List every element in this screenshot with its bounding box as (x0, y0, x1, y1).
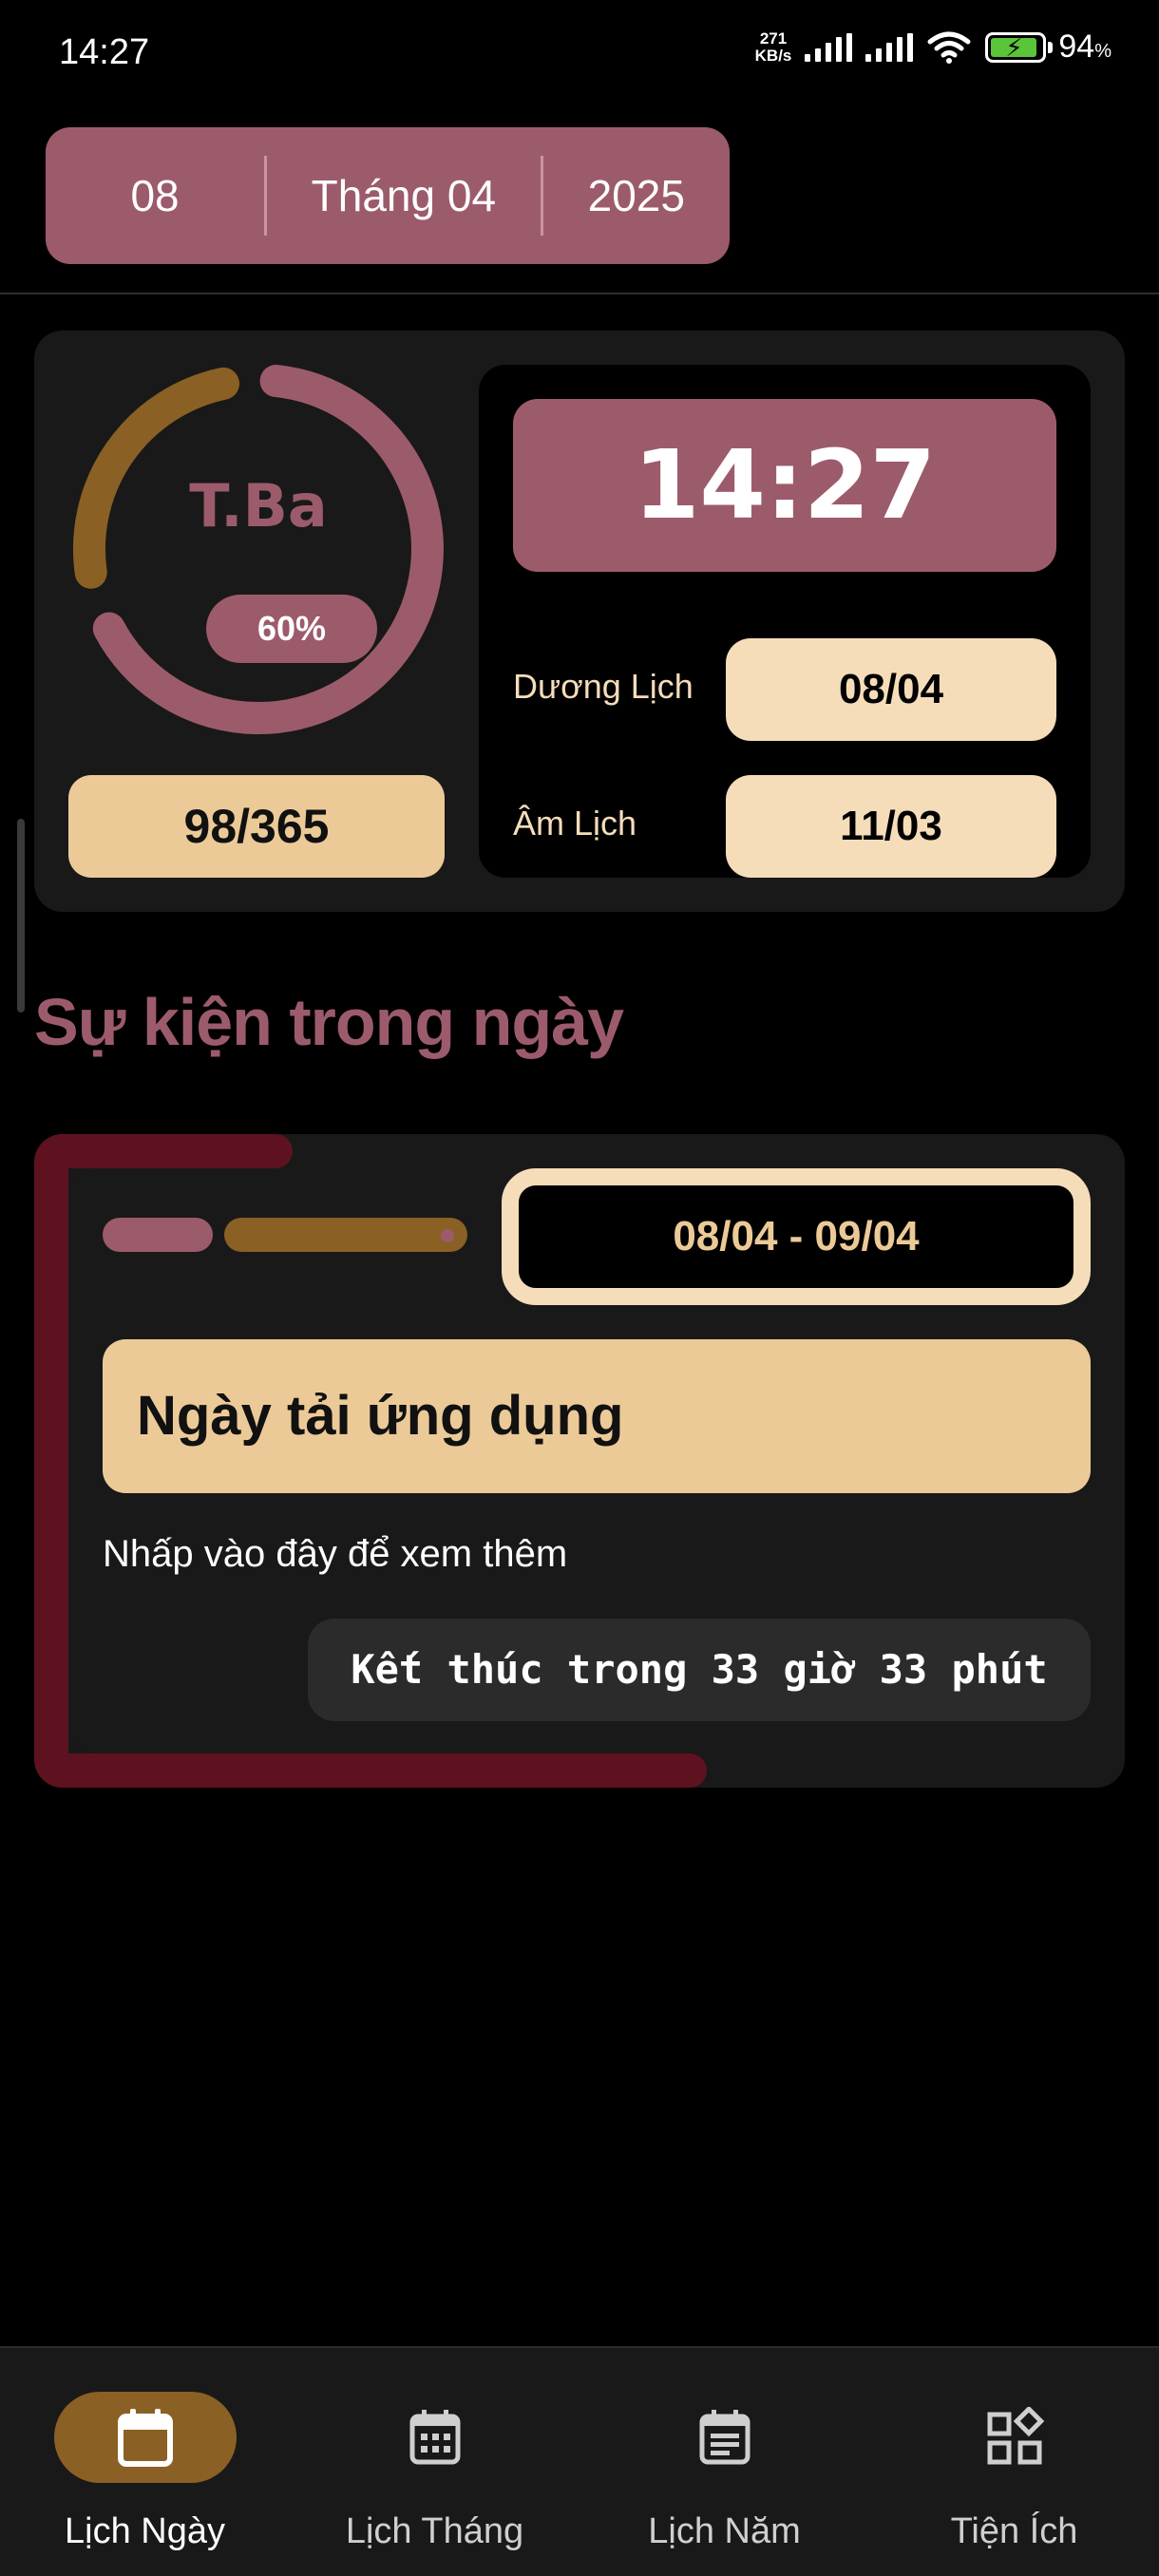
solar-label: Dương Lịch (513, 667, 694, 706)
event-accent-top (34, 1134, 293, 1168)
year-progress-badge: 60% (206, 595, 377, 663)
network-speed-value: 271 (759, 28, 788, 47)
event-progress-bar-rose (103, 1218, 213, 1252)
scroll-indicator (17, 819, 25, 1013)
header-divider (0, 293, 1159, 294)
lunar-date: 11/03 (726, 775, 1056, 878)
solar-date: 08/04 (726, 638, 1056, 741)
nav-label: Lịch Ngày (65, 2511, 225, 2551)
status-time: 14:27 (59, 32, 150, 72)
nav-item-year[interactable]: Lịch Năm (580, 2348, 869, 2576)
network-speed: 271 KB/s (754, 28, 792, 65)
event-title: Ngày tải ứng dụng (103, 1339, 1091, 1493)
date-separator (540, 156, 543, 236)
battery-percent: 94% (1058, 28, 1112, 65)
nav-label: Lịch Tháng (345, 2511, 524, 2551)
calendar-day-icon (117, 2409, 173, 2467)
date-picker[interactable]: 08 Tháng 04 2025 (46, 127, 730, 264)
nav-item-utilities[interactable]: Tiện Ích (869, 2348, 1159, 2576)
event-accent-bottom (34, 1753, 707, 1788)
year-selector[interactable]: 2025 (543, 170, 730, 221)
progress-ring-graphic (73, 365, 444, 734)
event-date-range: 08/04 - 09/04 (502, 1168, 1091, 1305)
day-selector[interactable]: 08 (46, 170, 264, 221)
status-bar: 14:27 271 KB/s ⚡ 94% (0, 0, 1159, 104)
signal-icon (805, 32, 853, 62)
date-separator (264, 156, 268, 236)
day-of-year: 98/365 (68, 775, 445, 878)
signal-icon-2 (865, 32, 914, 62)
month-selector[interactable]: Tháng 04 (267, 170, 541, 221)
event-progress-bar-gold (224, 1218, 467, 1252)
event-countdown: Kết thúc trong 33 giờ 33 phút (308, 1619, 1091, 1721)
battery-icon: ⚡ 94% (985, 28, 1112, 66)
status-icons: 271 KB/s ⚡ 94% (755, 28, 1112, 66)
nav-item-month[interactable]: Lịch Tháng (290, 2348, 580, 2576)
wifi-icon (927, 31, 971, 64)
event-accent-left (34, 1134, 68, 1788)
widgets-icon (987, 2407, 1044, 2465)
today-card: T.Ba 60% 98/365 14:27 Dương Lịch 08/04 Â… (34, 331, 1125, 912)
bottom-nav: Lịch Ngày Lịch Tháng Lịch Năm Tiện Ích (0, 2346, 1159, 2576)
nav-label: Lịch Năm (648, 2511, 801, 2551)
event-progress-dot (441, 1229, 454, 1242)
calendar-year-icon (699, 2410, 750, 2465)
event-description[interactable]: Nhấp vào đây để xem thêm (103, 1533, 567, 1576)
current-clock: 14:27 (513, 399, 1056, 572)
network-speed-unit: KB/s (754, 46, 792, 65)
nav-item-day[interactable]: Lịch Ngày (0, 2348, 290, 2576)
section-title: Sự kiện trong ngày (34, 985, 624, 1059)
calendar-month-icon (409, 2410, 460, 2465)
weekday-label: T.Ba (189, 471, 328, 540)
nav-label: Tiện Ích (950, 2511, 1078, 2551)
lunar-label: Âm Lịch (513, 804, 637, 843)
year-progress-ring: T.Ba 60% (68, 359, 448, 739)
event-card[interactable]: 08/04 - 09/04 Ngày tải ứng dụng Nhấp vào… (34, 1134, 1125, 1788)
clock-panel: 14:27 Dương Lịch 08/04 Âm Lịch 11/03 (479, 365, 1091, 878)
